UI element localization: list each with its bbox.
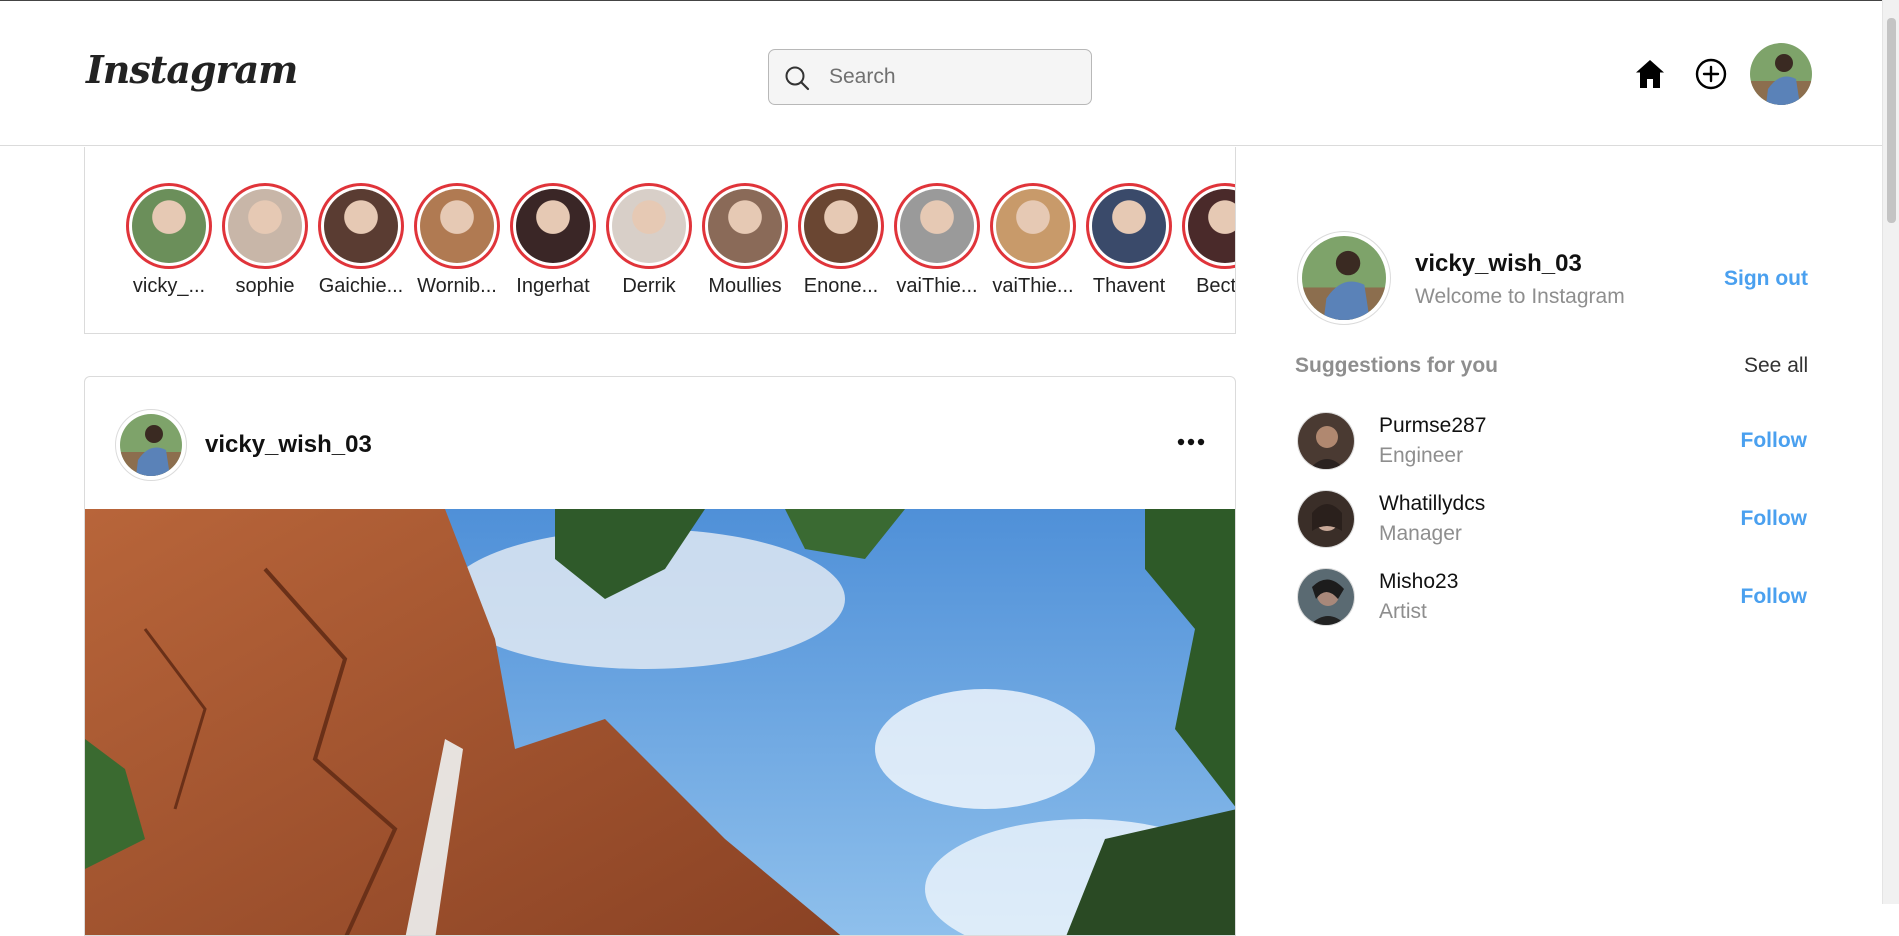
- instagram-logo[interactable]: Instagram: [86, 47, 298, 92]
- story-label: Ingerhat: [516, 275, 590, 297]
- story-item[interactable]: Enone...: [793, 183, 889, 298]
- story-label: Gaichie...: [318, 275, 404, 297]
- story-avatar: [996, 189, 1070, 263]
- story-item[interactable]: vaiThie...: [889, 183, 985, 298]
- suggestion-role: Manager: [1379, 522, 1462, 545]
- story-ring[interactable]: [510, 183, 596, 269]
- stories-bar: vicky_... sophie Gaichie... Wornib... Ingerh…: [84, 147, 1236, 334]
- story-item[interactable]: Thavent: [1081, 183, 1177, 298]
- avatar-photo: [1302, 236, 1386, 320]
- suggestion-avatar[interactable]: [1297, 490, 1355, 548]
- story-ring[interactable]: [318, 183, 404, 269]
- scrollbar-thumb[interactable]: [1887, 18, 1896, 223]
- story-ring[interactable]: [990, 183, 1076, 269]
- profile-avatar[interactable]: [1750, 43, 1812, 105]
- suggestion-role: Artist: [1379, 600, 1427, 623]
- sign-out-button[interactable]: Sign out: [1724, 267, 1808, 291]
- story-ring[interactable]: [894, 183, 980, 269]
- search-input[interactable]: [827, 60, 1077, 94]
- sidebar-profile-avatar[interactable]: [1297, 231, 1391, 325]
- story-item[interactable]: Gaichie...: [313, 183, 409, 298]
- suggestion-item: Whatillydcs Manager Follow: [1295, 490, 1807, 552]
- story-label: Moullies: [708, 275, 782, 297]
- story-avatar: [708, 189, 782, 263]
- page-scrollbar[interactable]: [1882, 0, 1899, 904]
- top-nav-bar: Instagram: [0, 0, 1899, 146]
- story-ring[interactable]: [606, 183, 692, 269]
- suggestion-name[interactable]: Purmse287: [1379, 414, 1486, 438]
- story-label: Enone...: [803, 275, 879, 297]
- story-avatar: [900, 189, 974, 263]
- follow-button[interactable]: Follow: [1741, 429, 1808, 453]
- avatar-photo: [1750, 43, 1812, 105]
- avatar-photo: [120, 414, 182, 476]
- home-icon[interactable]: [1633, 57, 1667, 96]
- story-avatar: [1092, 189, 1166, 263]
- follow-button[interactable]: Follow: [1741, 585, 1808, 609]
- story-item[interactable]: vicky_...: [121, 183, 217, 298]
- post-card: vicky_wish_03: [84, 376, 1236, 936]
- suggestion-name[interactable]: Misho23: [1379, 570, 1458, 594]
- story-item[interactable]: sophie: [217, 183, 313, 298]
- story-label: Thavent: [1092, 275, 1166, 297]
- suggestion-role: Engineer: [1379, 444, 1464, 467]
- story-label: vaiThie...: [992, 275, 1074, 297]
- suggestion-item: Purmse287 Engineer Follow: [1295, 412, 1807, 474]
- suggestion-avatar[interactable]: [1297, 568, 1355, 626]
- suggestion-item: Misho23 Artist Follow: [1295, 568, 1807, 630]
- story-ring[interactable]: [414, 183, 500, 269]
- post-author-avatar[interactable]: [115, 409, 187, 481]
- story-avatar: [228, 189, 302, 263]
- post-username[interactable]: vicky_wish_03: [205, 431, 372, 459]
- search-box[interactable]: [768, 49, 1092, 105]
- story-label: vicky_...: [132, 275, 206, 297]
- search-icon: [783, 64, 811, 97]
- story-label: Wornib...: [417, 275, 497, 297]
- story-ring[interactable]: [222, 183, 308, 269]
- add-post-icon[interactable]: [1694, 57, 1728, 96]
- story-label: sophie: [235, 275, 295, 297]
- suggestion-name[interactable]: Whatillydcs: [1379, 492, 1485, 516]
- story-ring[interactable]: [126, 183, 212, 269]
- story-ring[interactable]: [798, 183, 884, 269]
- more-horizontal-icon[interactable]: [1177, 435, 1205, 453]
- story-label: vaiThie...: [896, 275, 978, 297]
- story-avatar: [516, 189, 590, 263]
- story-item[interactable]: Moullies: [697, 183, 793, 298]
- sidebar-welcome-text: Welcome to Instagram: [1415, 285, 1625, 308]
- story-label: Becter: [1196, 275, 1236, 297]
- story-avatar: [420, 189, 494, 263]
- story-item[interactable]: Wornib...: [409, 183, 505, 298]
- suggestion-avatar[interactable]: [1297, 412, 1355, 470]
- follow-button[interactable]: Follow: [1741, 507, 1808, 531]
- story-item[interactable]: Ingerhat: [505, 183, 601, 298]
- see-all-link[interactable]: See all: [1744, 354, 1808, 378]
- story-item[interactable]: vaiThie...: [985, 183, 1081, 298]
- story-avatar: [612, 189, 686, 263]
- story-avatar: [324, 189, 398, 263]
- story-ring[interactable]: [1182, 183, 1235, 269]
- story-ring[interactable]: [1086, 183, 1172, 269]
- story-item[interactable]: Derrik: [601, 183, 697, 298]
- story-avatar: [804, 189, 878, 263]
- story-avatar: [1188, 189, 1235, 263]
- story-item[interactable]: Becter: [1177, 183, 1236, 298]
- suggestions-heading: Suggestions for you: [1295, 354, 1499, 377]
- story-ring[interactable]: [702, 183, 788, 269]
- story-label: Derrik: [622, 275, 676, 297]
- sidebar-username[interactable]: vicky_wish_03: [1415, 250, 1582, 278]
- story-avatar: [132, 189, 206, 263]
- post-image[interactable]: [85, 509, 1235, 935]
